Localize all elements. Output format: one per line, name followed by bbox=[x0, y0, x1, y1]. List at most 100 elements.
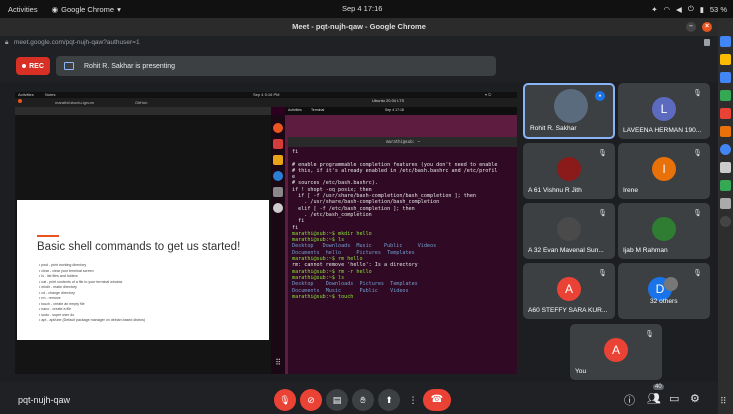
raise-hand-button[interactable]: ✋︎ bbox=[352, 389, 374, 411]
participant-tile[interactable]: D 32 others 🎙︎ bbox=[618, 263, 710, 319]
chat-icon[interactable]: ▭ bbox=[669, 392, 679, 405]
more-options-button[interactable]: ⋮ bbox=[402, 389, 424, 411]
participant-tile[interactable]: Rohit R. Sakhar ● bbox=[523, 83, 615, 139]
avatar bbox=[554, 89, 588, 123]
mic-off-button[interactable]: 🎙︎ bbox=[274, 389, 296, 411]
dock-app3-icon[interactable] bbox=[720, 72, 731, 83]
slide-list-item: apt - apt/ube (Default package manager o… bbox=[39, 318, 145, 324]
system-top-bar: Activities ◉ Google Chrome ▾ Sep 4 17:16… bbox=[0, 0, 733, 18]
dock-app10-icon[interactable] bbox=[720, 216, 731, 227]
avatar: I bbox=[652, 157, 676, 181]
slide-viewer: Basic shell commands to get us started! … bbox=[15, 115, 271, 374]
terminal-output: fi # enable programmable completion featu… bbox=[292, 149, 516, 300]
avatar bbox=[557, 217, 581, 241]
app-grid-icon: ⠿ bbox=[275, 358, 281, 367]
system-tray[interactable]: ✦ ◠ ◀ ⏻ ▮ 53 % bbox=[651, 4, 727, 14]
system-clock[interactable]: Sep 4 17:16 bbox=[342, 4, 382, 13]
inner-tab-strip: marathi/ubuntu-ignum GitHub Ubuntu 20.04… bbox=[15, 98, 517, 107]
inner-close-dot-icon bbox=[18, 99, 22, 103]
record-dot-icon bbox=[22, 64, 27, 68]
right-dock: ⠿ bbox=[718, 18, 733, 414]
end-call-button[interactable]: ☎︎ bbox=[423, 389, 451, 411]
participant-count-badge: 40 bbox=[653, 384, 664, 390]
address-bar[interactable]: 🔒︎ meet.google.com/pqt-nujh-qaw?authuser… bbox=[0, 36, 718, 50]
participant-name: A 61 Vishnu R Jith bbox=[528, 187, 582, 194]
minimize-button[interactable]: – bbox=[686, 22, 696, 32]
camera-off-button[interactable]: ⊘ bbox=[300, 389, 322, 411]
captions-button[interactable]: ▤ bbox=[326, 389, 348, 411]
avatar bbox=[664, 277, 678, 291]
app-menu-label: Google Chrome bbox=[61, 4, 115, 14]
app-menu[interactable]: ◉ Google Chrome ▾ bbox=[52, 5, 121, 14]
inner-tray-icon: ▾ ⏻ bbox=[485, 92, 492, 97]
presenter-text: Rohit R. Sakhar is presenting bbox=[84, 62, 176, 70]
avatar: A bbox=[557, 277, 581, 301]
dock-app6-icon[interactable] bbox=[720, 126, 731, 137]
dock-app2-icon[interactable] bbox=[720, 54, 731, 65]
participant-name: A60 STEFFY SARA KUR... bbox=[528, 307, 608, 314]
dock-app4-icon[interactable] bbox=[720, 90, 731, 101]
window-title: Meet - pqt-nujh-qaw - Google Chrome bbox=[292, 22, 426, 31]
avatar: L bbox=[652, 97, 676, 121]
terminal-line: # this, if it's already enabled in /etc/… bbox=[292, 167, 498, 174]
dock-app-grid-icon[interactable]: ⠿ bbox=[720, 396, 731, 407]
ubuntu-top-bar: Activities Terminal Sep 4 17:18 bbox=[285, 107, 517, 115]
volume-icon: ◀ bbox=[676, 4, 682, 14]
participant-name: Ijab M Rahman bbox=[623, 247, 668, 254]
participant-tile[interactable]: A 32 Evan Mavenal Sun... 🎙︎ bbox=[523, 203, 615, 259]
terminal-dock-icon bbox=[273, 187, 283, 197]
vm-title: Ubuntu 20.04 LTS bbox=[372, 98, 405, 103]
participant-tile[interactable]: A You 🎙︎ bbox=[570, 324, 662, 380]
recording-badge[interactable]: REC bbox=[16, 57, 50, 75]
participant-tile[interactable]: A 61 Vishnu R Jith 🎙︎ bbox=[523, 143, 615, 199]
extension-icon[interactable] bbox=[704, 39, 710, 46]
mail-icon bbox=[273, 139, 283, 149]
present-button[interactable]: ⬆︎ bbox=[378, 389, 400, 411]
avatar bbox=[652, 217, 676, 241]
activities-button[interactable]: Activities bbox=[8, 5, 38, 14]
people-icon[interactable]: 👥︎ bbox=[647, 392, 661, 405]
slide-command-list: pwd - print working directoryclear - cle… bbox=[39, 263, 145, 324]
participant-tile[interactable]: I Irene 🎙︎ bbox=[618, 143, 710, 199]
ubuntu-terminal-app: Terminal bbox=[311, 108, 325, 112]
lock-icon: 🔒︎ bbox=[5, 39, 9, 46]
ubuntu-activities: Activities bbox=[288, 108, 302, 112]
activities-icon[interactable]: ⚙︎ bbox=[690, 392, 700, 405]
slide-title: Basic shell commands to get us started! bbox=[37, 241, 241, 253]
slide-accent-bar bbox=[37, 235, 59, 237]
slide-page: Basic shell commands to get us started! … bbox=[17, 200, 269, 340]
speaking-indicator-icon: ● bbox=[595, 91, 605, 101]
present-screen-icon bbox=[64, 62, 74, 70]
avatar bbox=[557, 157, 581, 181]
dock-help-icon[interactable] bbox=[720, 144, 731, 155]
close-window-button[interactable]: × bbox=[702, 22, 712, 32]
info-icon[interactable]: ⓘ bbox=[624, 392, 635, 408]
chrome-icon: ◉ bbox=[51, 4, 59, 14]
terminal-header: marathi@sub: ~ bbox=[288, 137, 517, 147]
participant-tile[interactable]: A A60 STEFFY SARA KUR... 🎙︎ bbox=[523, 263, 615, 319]
inner-clock: Sep 4 5:16 PM bbox=[253, 92, 280, 97]
terminal-window: marathi@sub: ~ fi # enable programmable c… bbox=[288, 137, 517, 374]
inner-notes: Notes bbox=[45, 92, 56, 97]
participant-tile[interactable]: L LAVEENA HERMAN 190... 🎙︎ bbox=[618, 83, 710, 139]
participant-name: 32 others bbox=[650, 298, 678, 305]
window-title-bar: Meet - pqt-nujh-qaw - Google Chrome – × bbox=[0, 18, 718, 36]
mic-muted-icon: 🎙︎ bbox=[598, 150, 607, 157]
avatar: A bbox=[604, 338, 628, 362]
dock-app5-icon[interactable] bbox=[720, 108, 731, 119]
participant-name: LAVEENA HERMAN 190... bbox=[623, 127, 702, 134]
mic-muted-icon: 🎙︎ bbox=[693, 150, 702, 157]
terminal-line: marathi@sub:~$ touch bbox=[292, 293, 354, 300]
terminal-line: # enable programmable completion feature… bbox=[292, 161, 498, 168]
participant-tile[interactable]: Ijab M Rahman 🎙︎ bbox=[618, 203, 710, 259]
dock-app8-icon[interactable] bbox=[720, 180, 731, 191]
mic-muted-icon: 🎙︎ bbox=[645, 331, 654, 338]
mic-muted-icon: 🎙︎ bbox=[598, 270, 607, 277]
mic-muted-icon: 🎙︎ bbox=[693, 90, 702, 97]
inner-address-bar bbox=[15, 107, 271, 115]
inner-activities: Activities bbox=[18, 92, 34, 97]
dock-app1-icon[interactable] bbox=[720, 36, 731, 47]
inner-tab-label: marathi/ubuntu-ignum bbox=[55, 100, 94, 105]
dock-app7-icon[interactable] bbox=[720, 162, 731, 173]
dock-app9-icon[interactable] bbox=[720, 198, 731, 209]
